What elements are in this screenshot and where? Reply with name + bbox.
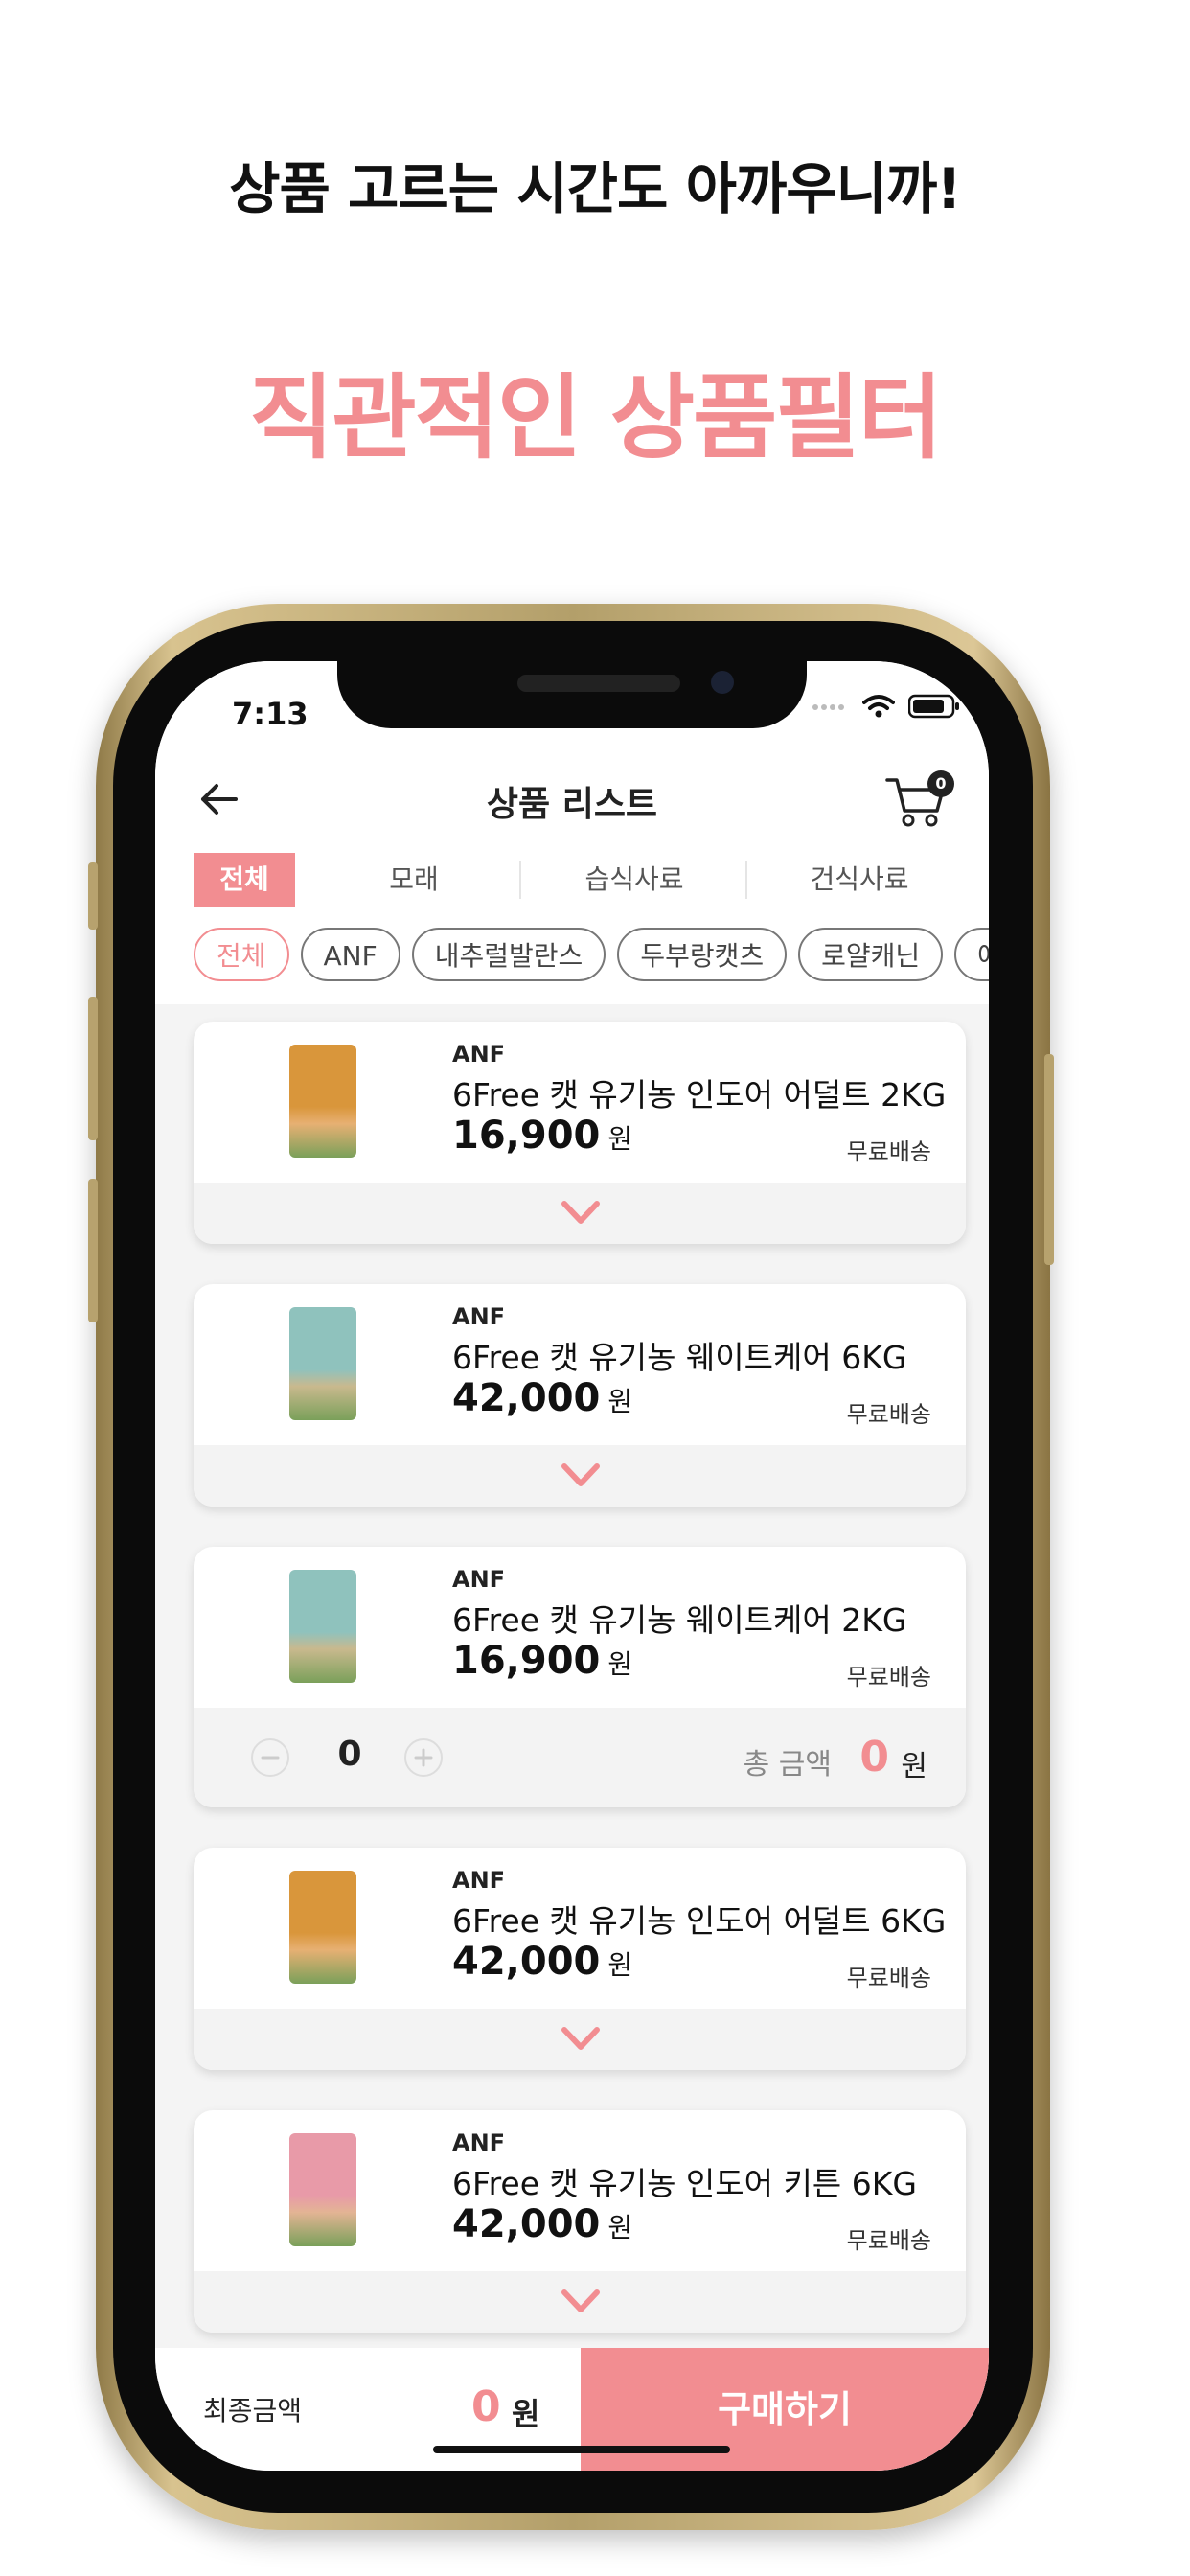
status-time: 7:13 — [232, 696, 309, 732]
product-image — [289, 1871, 356, 1984]
product-image — [289, 1570, 356, 1683]
product-card[interactable]: ANF 6Free 캣 유기농 웨이트케어 2KG 16,900 원 무료배송 0… — [194, 1547, 966, 1807]
brand-chip-all[interactable]: 전체 — [194, 928, 289, 981]
mute-switch — [88, 862, 98, 930]
product-brand: ANF — [452, 2129, 506, 2156]
volume-down-button — [88, 1179, 98, 1322]
tab-wet-food[interactable]: 습식사료 — [529, 853, 740, 907]
product-card[interactable]: ANF 6Free 캣 유기농 인도어 어덜트 2KG 16,900 원 무료배송 — [194, 1022, 966, 1244]
product-price: 42,000 원 — [452, 1376, 633, 1420]
front-camera — [711, 671, 734, 694]
product-brand: ANF — [452, 1303, 506, 1330]
shipping-label: 무료배송 — [846, 1401, 931, 1428]
cart-count-badge: 0 — [927, 770, 954, 797]
quantity-stepper: 0 총 금액 0 원 — [194, 1708, 966, 1807]
brand-chip-tofu-cats[interactable]: 두부랑캣츠 — [617, 928, 788, 981]
category-tabs: 전체 모래 습식사료 건식사료 — [155, 843, 989, 912]
volume-up-button — [88, 997, 98, 1140]
product-card[interactable]: ANF 6Free 캣 유기농 인도어 어덜트 6KG 42,000 원 무료배송 — [194, 1848, 966, 2070]
item-total-value: 0 — [859, 1733, 889, 1782]
tab-divider — [745, 861, 747, 899]
shipping-label: 무료배송 — [846, 1664, 931, 1690]
chevron-down-icon — [561, 1201, 600, 1224]
product-brand: ANF — [452, 1867, 506, 1894]
product-price: 42,000 원 — [452, 1940, 633, 1984]
phone-screen: 7:13 상품 리스트 0 전체 모래 습식사료 건식사료 전체 ANF 내추럴… — [155, 661, 989, 2471]
increase-button[interactable] — [404, 1738, 443, 1777]
speaker — [517, 675, 680, 692]
brand-chip-anf[interactable]: ANF — [300, 928, 400, 981]
final-amount-currency: 원 — [512, 2396, 540, 2432]
tab-litter[interactable]: 모래 — [318, 853, 510, 907]
minus-icon — [261, 1756, 280, 1760]
tab-divider — [519, 861, 521, 899]
product-name: 6Free 캣 유기농 인도어 키튼 6KG — [452, 2165, 917, 2202]
home-indicator[interactable] — [433, 2446, 730, 2453]
product-list: ANF 6Free 캣 유기농 인도어 어덜트 2KG 16,900 원 무료배송… — [194, 1022, 966, 2373]
shipping-label: 무료배송 — [846, 2227, 931, 2254]
item-total-label: 총 금액 — [743, 1748, 832, 1782]
plus-icon — [414, 1748, 433, 1767]
product-name: 6Free 캣 유기농 웨이트케어 6KG — [452, 1339, 907, 1376]
product-card[interactable]: ANF 6Free 캣 유기농 인도어 키튼 6KG 42,000 원 무료배송 — [194, 2110, 966, 2333]
promo-subheadline: 직관적인 상품필터 — [249, 364, 943, 472]
signal-icon — [812, 704, 844, 710]
final-amount-label: 최종금액 — [203, 2395, 303, 2426]
product-name: 6Free 캣 유기농 웨이트케어 2KG — [452, 1601, 907, 1639]
product-card[interactable]: ANF 6Free 캣 유기농 웨이트케어 6KG 42,000 원 무료배송 — [194, 1284, 966, 1506]
tab-dry-food[interactable]: 건식사료 — [749, 853, 970, 907]
product-image — [289, 1045, 356, 1158]
tab-all[interactable]: 전체 — [194, 853, 295, 907]
expand-toggle[interactable] — [194, 1445, 966, 1506]
wifi-icon — [862, 695, 895, 718]
battery-icon — [908, 694, 959, 719]
brand-chip-natural-balance[interactable]: 내추럴발란스 — [411, 928, 606, 981]
power-button — [1044, 1054, 1054, 1265]
promo-headline: 상품 고르는 시간도 아까우니까! — [229, 156, 962, 221]
page-title: 상품 리스트 — [486, 785, 658, 824]
expand-toggle[interactable] — [194, 1183, 966, 1244]
brand-chip-more[interactable]: 에 — [954, 928, 989, 981]
expand-toggle[interactable] — [194, 2009, 966, 2070]
expand-toggle[interactable] — [194, 2271, 966, 2333]
product-price: 16,900 원 — [452, 1639, 633, 1683]
notch — [337, 661, 807, 728]
chevron-down-icon — [561, 2289, 600, 2312]
shipping-label: 무료배송 — [846, 1138, 931, 1165]
quantity-value: 0 — [337, 1735, 362, 1774]
product-brand: ANF — [452, 1041, 506, 1068]
chevron-down-icon — [561, 2027, 600, 2050]
product-brand: ANF — [452, 1566, 506, 1593]
status-icons — [811, 694, 960, 719]
status-bar: 7:13 — [155, 661, 989, 755]
app-header: 상품 리스트 0 — [155, 755, 989, 843]
product-image — [289, 2133, 356, 2246]
product-price: 42,000 원 — [452, 2202, 633, 2246]
product-price: 16,900 원 — [452, 1114, 633, 1158]
chevron-down-icon — [561, 1463, 600, 1486]
brand-chip-royal-canin[interactable]: 로얄캐닌 — [798, 928, 944, 981]
product-name: 6Free 캣 유기농 인도어 어덜트 2KG — [452, 1076, 947, 1114]
shipping-label: 무료배송 — [846, 1965, 931, 1991]
brand-filter-bar: 전체 ANF 내추럴발란스 두부랑캣츠 로얄캐닌 에 — [155, 912, 989, 1004]
product-image — [289, 1307, 356, 1420]
product-name: 6Free 캣 유기농 인도어 어덜트 6KG — [452, 1902, 947, 1940]
final-amount-value: 0 — [471, 2382, 501, 2431]
item-total-currency: 원 — [901, 1750, 927, 1783]
decrease-button[interactable] — [251, 1738, 289, 1777]
